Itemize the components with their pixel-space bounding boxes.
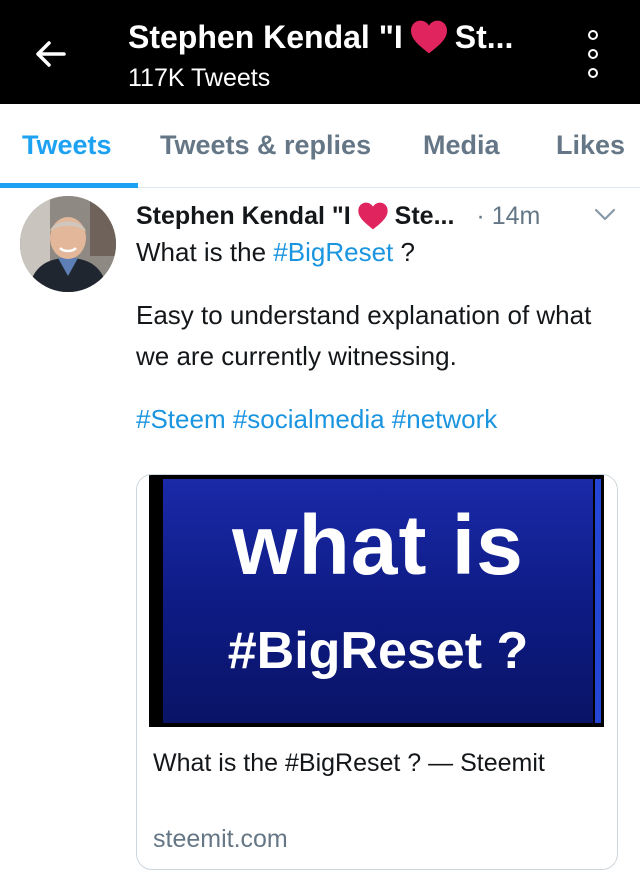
card-image-headline: what is [232, 498, 524, 592]
back-arrow-icon [36, 41, 66, 67]
heart-icon [358, 202, 388, 230]
tweet-author[interactable]: Stephen Kendal "I Ste... [136, 201, 454, 231]
tweet-text-prefix: What is the [136, 237, 267, 267]
tweet-paragraph: Easy to understand explanation of what w… [136, 300, 592, 371]
profile-header: Stephen Kendal "I St... 117K Tweets [128, 14, 568, 94]
tab-tweets[interactable]: Tweets [22, 130, 112, 161]
top-bar: Stephen Kendal "I St... 117K Tweets [0, 0, 640, 104]
profile-title-text: Stephen Kendal "I [128, 19, 403, 55]
more-vertical-icon [588, 30, 598, 40]
avatar-photo [20, 196, 116, 292]
profile-tabs: Tweets Tweets & replies Media Likes [0, 104, 640, 188]
tab-media[interactable]: Media [423, 130, 500, 161]
tweet-line-1: What is the #BigReset ? [136, 232, 616, 273]
more-dot [588, 49, 598, 59]
card-image: what is #BigReset ? [137, 475, 617, 727]
more-dot [588, 68, 598, 78]
avatar[interactable] [20, 196, 116, 292]
heart-icon [410, 20, 447, 54]
tweet-text: What is the #BigReset ? Easy to understa… [136, 232, 616, 462]
profile-title-truncated: St... [454, 19, 514, 55]
profile-title: Stephen Kendal "I St... [128, 14, 568, 60]
tweet-author-truncated: Ste... [394, 201, 455, 230]
active-tab-indicator [0, 183, 138, 188]
tab-tweets-and-replies[interactable]: Tweets & replies [160, 130, 371, 161]
card-image-subheadline: #BigReset ? [227, 622, 529, 680]
tweet-author-name: Stephen Kendal "I [136, 201, 351, 230]
card-title: What is the #BigReset ? — Steemit [153, 749, 545, 777]
tweet-hashtags[interactable]: #Steem #socialmedia #network [136, 399, 616, 440]
chevron-down-icon[interactable] [594, 208, 616, 222]
tweet-timestamp[interactable]: · 14m [476, 202, 540, 231]
card-image-stripe [595, 479, 601, 723]
tweet-header: Stephen Kendal "I Ste... · 14m [136, 196, 626, 236]
card-domain: steemit.com [153, 825, 288, 853]
back-button[interactable] [30, 36, 70, 72]
more-options-button[interactable] [578, 30, 608, 78]
tweet-text-suffix: ? [393, 237, 415, 267]
link-preview-card[interactable]: what is #BigReset ? What is the #BigRese… [136, 474, 618, 870]
hashtag-link[interactable]: #BigReset [273, 237, 393, 267]
tab-likes[interactable]: Likes [556, 130, 625, 161]
tweet-count: 117K Tweets [128, 64, 271, 92]
